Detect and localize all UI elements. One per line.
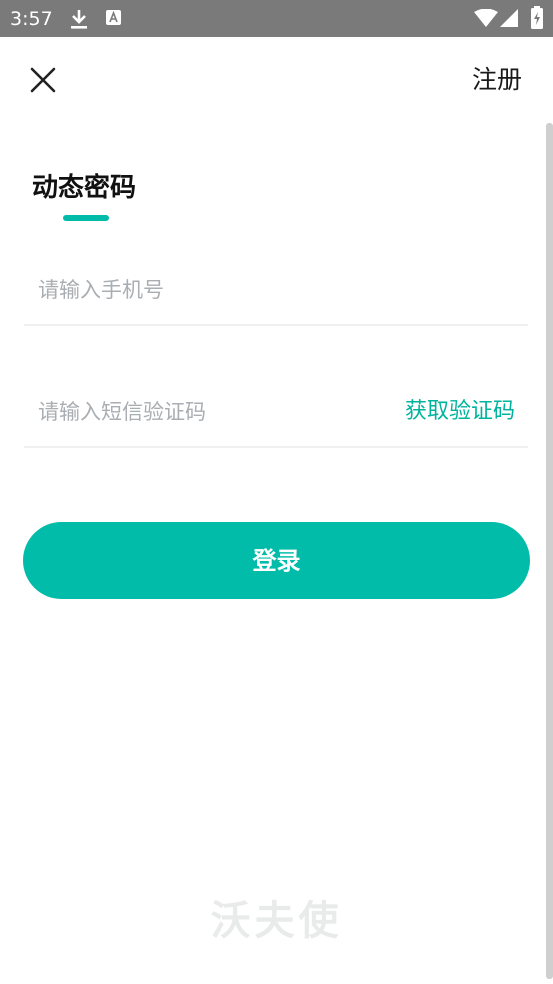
battery-icon: [530, 6, 544, 30]
wifi-icon: [474, 8, 498, 27]
sms-code-input[interactable]: [38, 394, 378, 430]
get-code-button[interactable]: 获取验证码: [405, 397, 515, 427]
a-badge-icon: [106, 10, 121, 25]
status-time: 3:57: [10, 8, 53, 30]
close-icon: [24, 67, 62, 104]
code-field-row: 获取验证码: [24, 390, 528, 448]
status-bar: 3:57: [0, 0, 553, 37]
tab-indicator: [63, 215, 109, 221]
download-icon: [69, 8, 89, 30]
scrollbar[interactable]: [546, 123, 553, 979]
close-button[interactable]: [24, 60, 62, 100]
login-screen: 3:57 注册 动态密码 请输入手机号 请输入短信验证码 获取验证码 登录 沃夫…: [0, 0, 553, 984]
brand-watermark: 沃夫使: [210, 897, 343, 944]
phone-field-row: [24, 268, 528, 326]
tab-dynamic-password[interactable]: 动态密码: [32, 170, 136, 206]
register-link[interactable]: 注册: [472, 64, 522, 96]
login-button[interactable]: 登录: [23, 522, 530, 599]
signal-icon: [500, 9, 518, 27]
phone-input[interactable]: [38, 272, 378, 308]
